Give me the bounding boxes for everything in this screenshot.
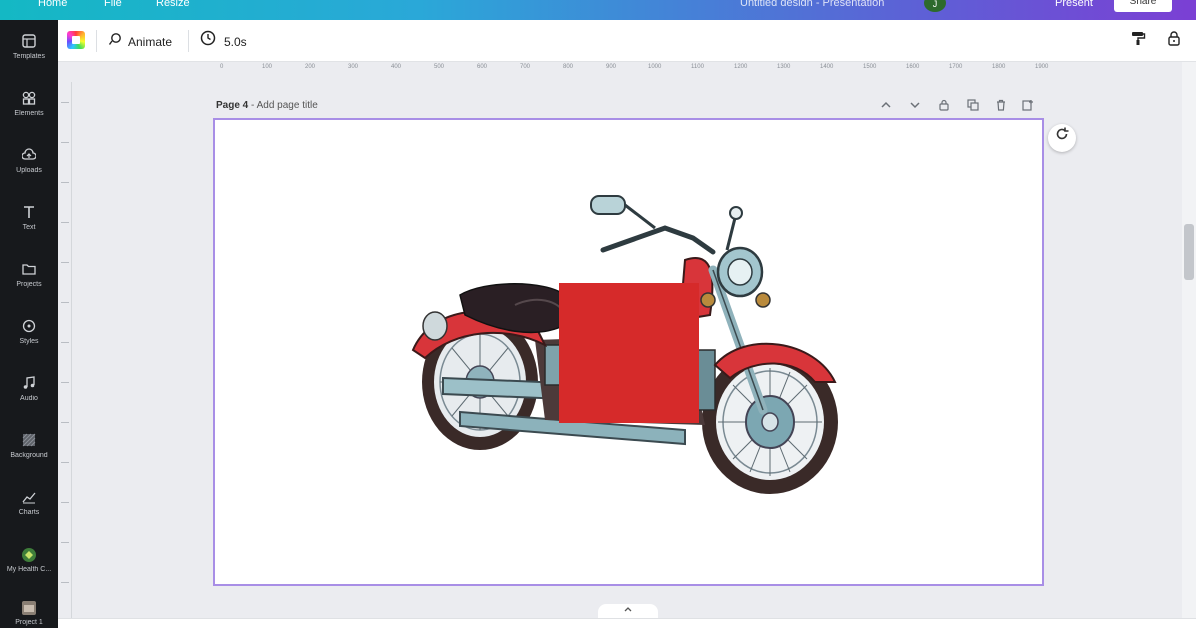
paint-format-icon[interactable] [1128, 30, 1148, 50]
ruler-tick: 500 [434, 64, 445, 70]
ruler-tick: 900 [606, 64, 617, 70]
editor-toolbar: Animate 5.0s [58, 20, 1196, 62]
charts-icon [21, 490, 37, 506]
share-button[interactable]: Share [1114, 0, 1172, 12]
ruler-tick: 1800 [992, 64, 1006, 70]
home-menu[interactable]: Home [38, 0, 67, 6]
sidebar-item-background[interactable]: Background [0, 433, 58, 485]
ruler-tick: 1100 [691, 64, 704, 70]
ruler-tick: 1000 [648, 64, 662, 70]
music-icon [21, 376, 37, 392]
templates-icon [21, 34, 37, 50]
sidebar-item-label: Charts [18, 509, 40, 516]
show-pages-toggle[interactable] [598, 604, 658, 618]
ruler-tick: 1500 [863, 64, 877, 70]
sidebar-item-label: Templates [13, 53, 45, 60]
sidebar-item-label: Background [10, 452, 48, 459]
duplicate-page-icon[interactable] [966, 99, 980, 113]
sidebar-item-label: Projects [16, 281, 42, 288]
sidebar-item-text[interactable]: Text [0, 205, 58, 257]
toolbar-divider [188, 30, 189, 52]
ruler-tick: 600 [477, 64, 488, 70]
ruler-tick: 1200 [734, 64, 748, 70]
canva-editor: Home File Resize Untitled design - Prese… [0, 0, 1196, 628]
sidebar-item-label: Uploads [16, 167, 42, 174]
chevron-down-icon[interactable] [908, 99, 922, 113]
chevron-up-icon[interactable] [879, 99, 893, 113]
duration-button[interactable]: 5.0s [200, 30, 247, 52]
folder-icon [21, 262, 37, 278]
red-square-shape[interactable] [559, 283, 699, 423]
sidebar-item-uploads[interactable]: Uploads [0, 148, 58, 200]
ruler-tick: 100 [262, 64, 273, 70]
styles-icon [21, 319, 37, 335]
uploads-icon [21, 148, 37, 164]
workspace[interactable]: 0 100 200 300 400 500 600 700 800 900 10… [58, 62, 1182, 628]
sidebar-item-charts[interactable]: Charts [0, 490, 58, 542]
sidebar-item-styles[interactable]: Styles [0, 319, 58, 371]
horizontal-ruler: 0 100 200 300 400 500 600 700 800 900 10… [216, 62, 1116, 76]
ruler-tick: 700 [520, 64, 531, 70]
animate-label: Animate [128, 34, 173, 49]
resize-menu[interactable]: Resize [156, 0, 190, 6]
handlebars [590, 195, 743, 255]
ruler-tick: 1700 [949, 64, 963, 70]
animate-button[interactable]: Animate [108, 30, 172, 52]
sidebar-item-my-health[interactable]: My Health C... [0, 547, 58, 599]
app-icon [21, 547, 37, 563]
file-menu[interactable]: File [104, 0, 122, 6]
top-menu-bar: Home File Resize Untitled design - Prese… [0, 0, 1196, 20]
ruler-tick: 1900 [1035, 64, 1049, 70]
page-title[interactable]: Page 4 - Add page title [216, 100, 318, 111]
lock-page-icon[interactable] [937, 99, 951, 113]
avatar[interactable]: J [924, 0, 946, 12]
motorcycle-image[interactable] [215, 120, 1042, 584]
scrollbar-thumb[interactable] [1184, 224, 1194, 280]
bottom-status-bar [58, 618, 1196, 628]
sidebar-item-label: Audio [20, 395, 38, 402]
add-page-icon[interactable] [1021, 99, 1035, 113]
ruler-tick: 1400 [820, 64, 834, 70]
sidebar-item-label: Text [22, 224, 36, 231]
design-canvas[interactable] [213, 118, 1044, 586]
animate-icon [108, 31, 122, 53]
sidebar-item-project-1[interactable]: Project 1 [0, 600, 58, 628]
clock-icon [200, 30, 216, 53]
sidebar-item-label: Project 1 [15, 619, 43, 626]
sidebar-item-label: Elements [14, 110, 44, 117]
present-button[interactable]: Present [1055, 0, 1093, 6]
left-sidebar: Templates Elements Uploads Text Projects [0, 20, 58, 628]
ruler-tick: 300 [348, 64, 359, 70]
app-icon [21, 600, 37, 616]
sidebar-item-label: My Health C... [6, 566, 52, 573]
ruler-tick: 1600 [906, 64, 920, 70]
duration-label: 5.0s [224, 34, 247, 49]
color-picker-icon[interactable] [67, 31, 85, 49]
background-icon [21, 433, 37, 449]
sidebar-item-templates[interactable]: Templates [0, 34, 58, 86]
ruler-tick: 0 [220, 64, 224, 70]
lock-icon[interactable] [1164, 30, 1184, 50]
elements-icon [21, 91, 37, 107]
page-title-input[interactable]: Add page title [257, 100, 318, 111]
ruler-tick: 800 [563, 64, 574, 70]
trash-icon[interactable] [994, 99, 1008, 113]
sidebar-item-audio[interactable]: Audio [0, 376, 58, 428]
ruler-tick: 400 [391, 64, 402, 70]
sidebar-item-elements[interactable]: Elements [0, 91, 58, 143]
vertical-ruler [58, 82, 72, 622]
ruler-tick: 1300 [777, 64, 791, 70]
sidebar-item-projects[interactable]: Projects [0, 262, 58, 314]
document-title[interactable]: Untitled design - Presentation [740, 0, 884, 6]
chevron-up-icon [624, 607, 632, 612]
ruler-tick: 200 [305, 64, 316, 70]
rotate-icon[interactable] [1048, 124, 1076, 152]
page-number: Page 4 [216, 100, 249, 111]
vertical-scrollbar[interactable] [1182, 62, 1196, 628]
toolbar-divider [96, 30, 97, 52]
text-icon [21, 205, 37, 221]
sidebar-item-label: Styles [19, 338, 39, 345]
